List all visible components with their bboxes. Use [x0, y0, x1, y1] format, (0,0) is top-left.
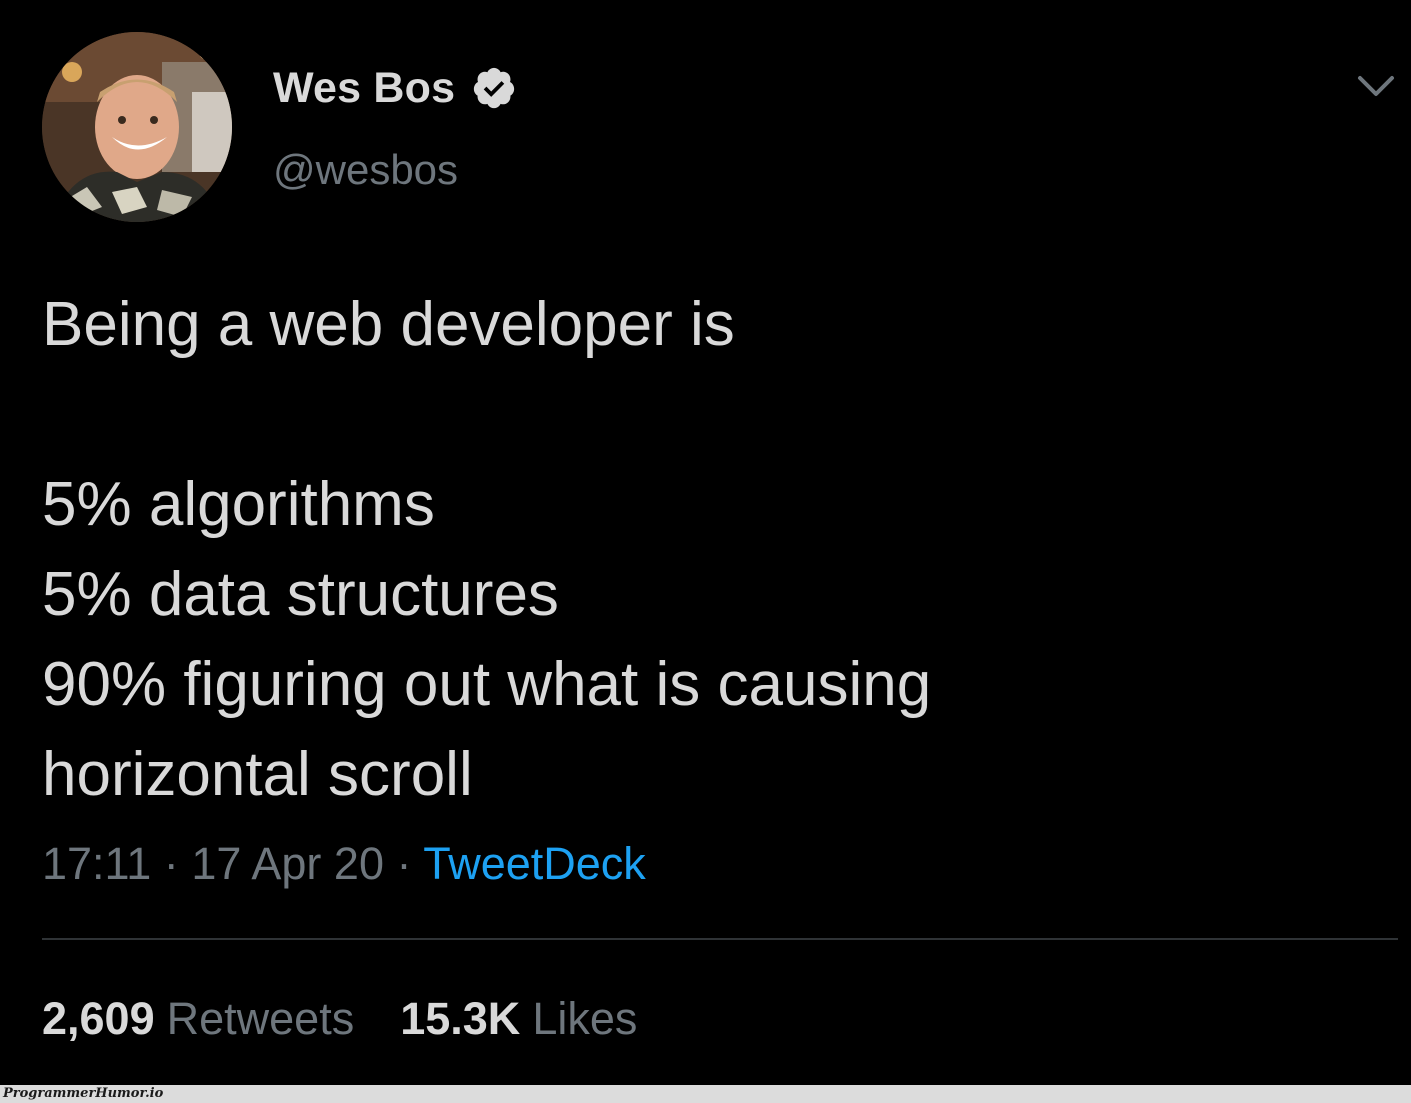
meta-separator: · [396, 838, 412, 889]
tweet-text-line [42, 370, 1382, 460]
retweets-stat[interactable]: 2,609 Retweets [42, 993, 354, 1045]
likes-label: Likes [532, 993, 638, 1044]
profile-photo-icon [42, 32, 232, 222]
meta-separator: · [163, 838, 179, 889]
tweet-stats: 2,609 Retweets 15.3K Likes [42, 993, 637, 1045]
verified-badge-icon [474, 67, 515, 109]
tweet-text-line: 5% algorithms [42, 470, 435, 539]
retweets-count: 2,609 [42, 993, 155, 1044]
retweets-label: Retweets [166, 993, 355, 1044]
author-name-row: Wes Bos [273, 60, 517, 116]
tweet-date[interactable]: 17 Apr 20 [191, 838, 384, 889]
tweet-meta: 17:11 · 17 Apr 20 · TweetDeck [42, 838, 646, 890]
chevron-down-icon[interactable] [1354, 68, 1398, 102]
tweet-text-line: 90% figuring out what is causing [42, 650, 932, 719]
tweet-time[interactable]: 17:11 [42, 838, 151, 889]
tweet-text-line: 5% data structures [42, 560, 559, 629]
avatar[interactable] [42, 32, 232, 222]
tweet-text-line: horizontal scroll [42, 740, 473, 809]
tweet-text-line: Being a web developer is [42, 290, 735, 359]
tweet-text: Being a web developer is 5% algorithms 5… [42, 280, 1382, 820]
author-handle[interactable]: @wesbos [273, 146, 458, 194]
watermark-bar [0, 1085, 1411, 1103]
likes-count: 15.3K [400, 993, 521, 1044]
author-display-name[interactable]: Wes Bos [273, 64, 455, 113]
watermark: ProgrammerHumor.io [3, 1086, 164, 1101]
divider [42, 938, 1398, 940]
likes-stat[interactable]: 15.3K Likes [400, 993, 637, 1045]
tweet-source-link[interactable]: TweetDeck [423, 838, 646, 889]
tweet-detail: Wes Bos @wesbos Being a web developer is… [0, 0, 1411, 1085]
